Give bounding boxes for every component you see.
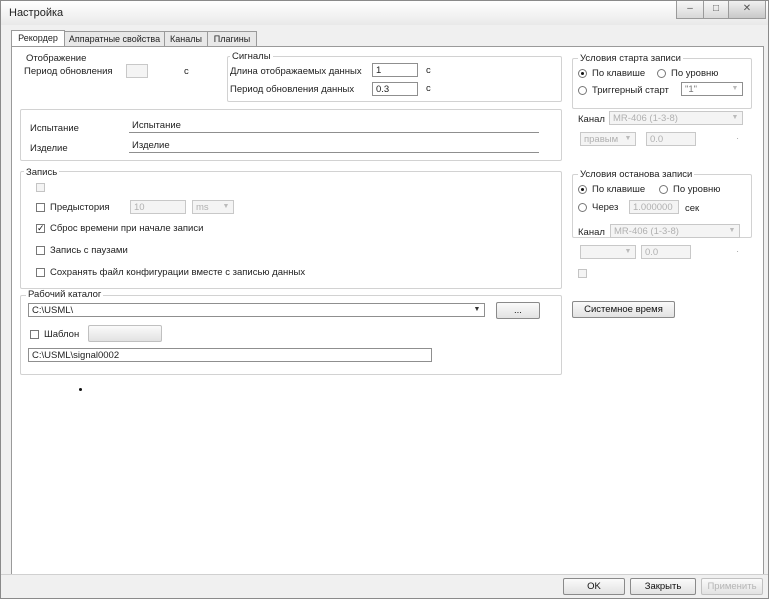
system-time-button[interactable]: Системное время <box>572 301 675 318</box>
stop-by-level-label: По уровню <box>673 184 721 195</box>
apply-button[interactable]: Применить <box>701 578 763 595</box>
close-button[interactable]: Закрыть <box>630 578 696 595</box>
window-title: Настройка <box>9 7 64 19</box>
start-trigger-radio[interactable] <box>578 86 587 95</box>
start-level-input[interactable]: 0.0 <box>646 132 696 146</box>
product-input[interactable]: Изделие <box>129 139 539 153</box>
prehistory-label: Предыстория <box>50 202 110 213</box>
workdir-path-dropdown[interactable]: C:\USML\ ▼ <box>28 303 485 317</box>
start-trigger-label: Триггерный старт <box>592 85 669 96</box>
chevron-down-icon: ▼ <box>731 114 739 121</box>
start-by-key-label: По клавише <box>592 68 646 79</box>
settings-window: Настройка – □ ✕ Рекордер Аппаратные свой… <box>0 0 769 599</box>
reset-time-label: Сброс времени при начале записи <box>50 223 204 234</box>
start-channel-label: Канал <box>578 114 605 125</box>
start-trigger-dropdown[interactable]: "1" ▼ <box>681 82 743 96</box>
stop-after-radio[interactable] <box>578 203 587 212</box>
save-config-checkbox[interactable] <box>36 268 45 277</box>
record-option1-checkbox[interactable] <box>36 183 45 192</box>
test-group <box>20 109 562 161</box>
chevron-down-icon: ▼ <box>222 203 230 210</box>
pauses-checkbox[interactable] <box>36 246 45 255</box>
data-length-label: Длина отображаемых данных <box>230 66 362 77</box>
prehistory-input[interactable]: 10 <box>130 200 186 214</box>
reset-time-checkbox[interactable]: ✓ <box>36 224 45 233</box>
display-period-label: Период обновления <box>24 66 113 77</box>
start-channel-dropdown[interactable]: MR-406 (1-3-8) ▼ <box>609 111 743 125</box>
chevron-down-icon: ▼ <box>731 85 739 92</box>
start-by-level-radio[interactable] <box>657 69 666 78</box>
footer-divider <box>1 574 768 575</box>
chevron-down-icon: ▼ <box>728 227 736 234</box>
stop-level-unit: · <box>736 246 740 257</box>
data-update-input[interactable]: 0.3 <box>372 82 418 96</box>
data-update-unit: с <box>426 83 431 94</box>
start-channel-value: MR-406 (1-3-8) <box>613 113 678 124</box>
start-level-unit: · <box>736 133 740 144</box>
tab-recorder[interactable]: Рекордер <box>11 30 65 47</box>
stop-group-label: Условия останова записи <box>578 169 695 180</box>
display-group-label: Отображение <box>26 53 87 64</box>
display-period-unit: с <box>184 66 189 77</box>
stop-after-label: Через <box>592 202 619 213</box>
stray-dot <box>79 388 82 391</box>
template-button[interactable] <box>88 325 162 342</box>
maximize-button[interactable]: □ <box>703 1 729 19</box>
chevron-down-icon: ▼ <box>624 248 632 255</box>
tab-channels[interactable]: Каналы <box>164 31 208 46</box>
stop-edge-dropdown[interactable]: ▼ <box>580 245 636 259</box>
start-by-level-label: По уровню <box>671 68 719 79</box>
browse-button[interactable]: ... <box>496 302 540 319</box>
stop-after-input[interactable]: 1.000000 <box>629 200 679 214</box>
stop-channel-dropdown[interactable]: MR-406 (1-3-8) ▼ <box>610 224 740 238</box>
chevron-down-icon: ▼ <box>624 135 632 142</box>
minimize-button[interactable]: – <box>676 1 704 19</box>
prehistory-checkbox[interactable] <box>36 203 45 212</box>
tab-hardware-properties[interactable]: Аппаратные свойства <box>64 31 165 46</box>
prehistory-unit-value: ms <box>196 202 209 213</box>
stop-after-unit: сек <box>685 203 700 214</box>
data-length-input[interactable]: 1 <box>372 63 418 77</box>
ok-button[interactable]: OK <box>563 578 625 595</box>
recorder-tab-page: Отображение Период обновления с Сигналы … <box>11 46 764 575</box>
workdir-group-label: Рабочий каталог <box>26 289 104 300</box>
start-edge-value: правым <box>584 134 619 145</box>
test-input[interactable]: Испытание <box>129 119 539 133</box>
data-update-label: Период обновления данных <box>230 84 355 95</box>
stop-disabled-checkbox[interactable] <box>578 269 587 278</box>
test-label: Испытание <box>30 123 79 134</box>
stop-level-input[interactable]: 0.0 <box>641 245 691 259</box>
stop-channel-value: MR-406 (1-3-8) <box>614 226 679 237</box>
stop-by-key-radio[interactable] <box>578 185 587 194</box>
close-window-button[interactable]: ✕ <box>728 1 766 19</box>
stop-channel-label: Канал <box>578 227 605 238</box>
data-length-unit: с <box>426 65 431 76</box>
template-checkbox[interactable] <box>30 330 39 339</box>
product-label: Изделие <box>30 143 68 154</box>
stop-by-level-radio[interactable] <box>659 185 668 194</box>
start-group-label: Условия старта записи <box>578 53 683 64</box>
save-config-label: Сохранять файл конфигурации вместе с зап… <box>50 267 306 278</box>
start-edge-dropdown[interactable]: правым ▼ <box>580 132 636 146</box>
start-trigger-value: "1" <box>685 84 698 95</box>
pauses-label: Запись с паузами <box>50 245 128 256</box>
workdir-path-value: C:\USML\ <box>32 305 74 316</box>
template-label: Шаблон <box>44 329 80 340</box>
prehistory-unit-dropdown[interactable]: ms ▼ <box>192 200 234 214</box>
chevron-down-icon: ▼ <box>473 306 481 313</box>
display-period-input[interactable] <box>126 64 148 78</box>
start-by-key-radio[interactable] <box>578 69 587 78</box>
tab-plugins[interactable]: Плагины <box>207 31 257 46</box>
signal-path-input[interactable]: C:\USML\signal0002 <box>28 348 432 362</box>
title-bar: Настройка – □ ✕ <box>1 1 768 25</box>
stop-by-key-label: По клавише <box>592 184 646 195</box>
signals-group-label: Сигналы <box>230 51 273 62</box>
record-group-label: Запись <box>24 167 60 178</box>
